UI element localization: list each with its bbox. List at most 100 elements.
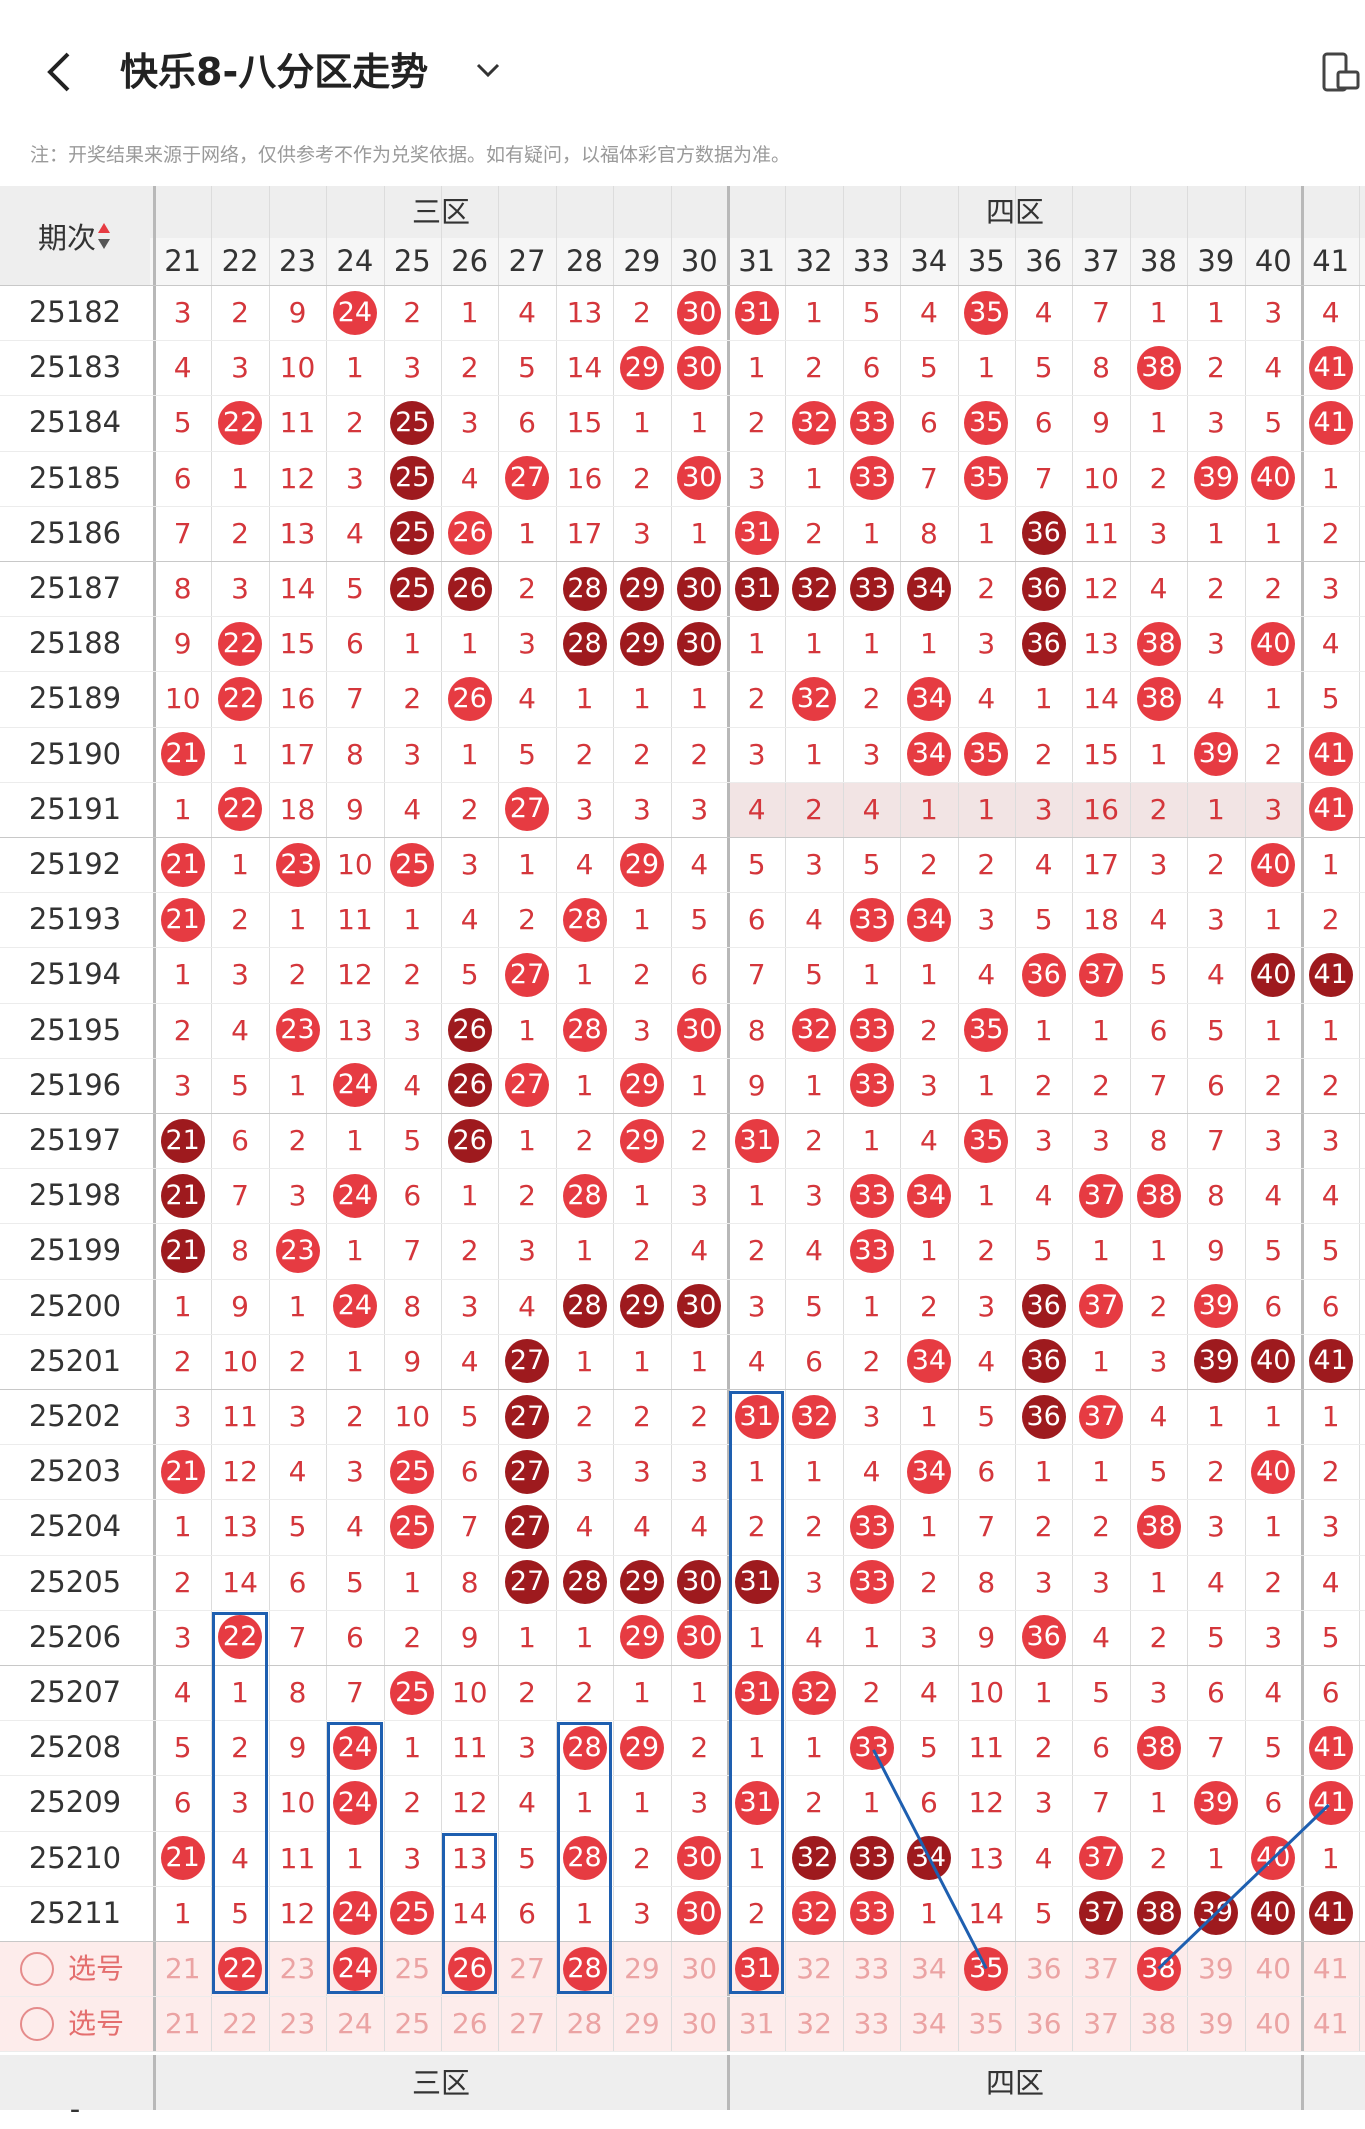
period-cell: 25203: [28, 1454, 122, 1489]
pick-number[interactable]: 36: [1015, 1941, 1072, 1996]
pick-number[interactable]: 26: [441, 1996, 498, 2051]
column-header-25: 25: [393, 244, 431, 278]
miss-count: 1: [805, 296, 823, 329]
pick-number[interactable]: 37: [1072, 1941, 1129, 1996]
number-ball: 38: [1136, 1891, 1181, 1936]
miss-count: 5: [173, 1731, 192, 1765]
pick-number[interactable]: 29: [613, 1996, 670, 2051]
pick-number[interactable]: 30: [671, 1996, 728, 2051]
pick-number[interactable]: 34: [900, 1996, 957, 2051]
number-ball: 22: [218, 677, 263, 721]
miss-count: 2: [288, 1344, 307, 1378]
number-ball: 33: [849, 566, 894, 611]
miss-count: 3: [1206, 627, 1225, 661]
period-header[interactable]: 期次: [0, 186, 150, 285]
miss-count: 5: [1264, 1234, 1283, 1268]
miss-count: 6: [403, 1179, 422, 1213]
number-ball: 28: [562, 897, 607, 942]
pick-number[interactable]: 21: [154, 1941, 211, 1996]
footer-section-label-zone-3: 三区: [411, 2066, 470, 2101]
miss-count: 1: [518, 1013, 536, 1047]
miss-count: 2: [747, 406, 766, 440]
miss-count: 3: [403, 351, 422, 385]
pick-number[interactable]: 32: [785, 1996, 842, 2051]
miss-count: 10: [394, 1400, 431, 1433]
miss-count: 1: [518, 1620, 536, 1654]
pick-number[interactable]: 25: [384, 1941, 441, 1996]
pick-number[interactable]: 25: [384, 1996, 441, 2051]
miss-count: 1: [747, 1179, 766, 1213]
miss-count: 1: [1321, 461, 1340, 495]
pick-number[interactable]: 27: [498, 1996, 555, 2051]
pick-number[interactable]: 23: [269, 1996, 326, 2051]
miss-count: 3: [403, 737, 422, 771]
period-cell: 25198: [28, 1178, 122, 1213]
period-cell: 25205: [28, 1564, 122, 1599]
miss-count: 5: [1149, 958, 1168, 992]
miss-count: 12: [337, 958, 373, 992]
miss-count: 2: [919, 848, 938, 881]
pick-number[interactable]: 28: [556, 1996, 613, 2051]
pick-number[interactable]: 40: [1245, 1941, 1302, 1996]
miss-count: 1: [862, 1289, 881, 1323]
pick-ball-selected[interactable]: 38: [1136, 1946, 1181, 1991]
pick-number[interactable]: 24: [326, 1996, 383, 2051]
number-ball: 38: [1136, 1173, 1181, 1218]
pick-number[interactable]: 39: [1187, 1996, 1244, 2051]
miss-count: 12: [222, 1455, 258, 1489]
pick-number[interactable]: 41: [1302, 1941, 1359, 1996]
miss-count: 6: [460, 1455, 479, 1489]
miss-count: 4: [1206, 682, 1225, 716]
miss-count: 2: [1264, 1068, 1283, 1102]
pick-number[interactable]: 31: [728, 1996, 785, 2051]
miss-count: 4: [1149, 1400, 1168, 1433]
miss-count: 1: [518, 848, 536, 881]
pick-number[interactable]: 22: [211, 1996, 268, 2051]
miss-count: 2: [518, 1179, 536, 1213]
miss-count: 1: [173, 1896, 192, 1930]
miss-count: 3: [460, 406, 479, 440]
pick-number[interactable]: 23: [269, 1941, 326, 1996]
pick-number[interactable]: 32: [785, 1941, 842, 1996]
miss-count: 1: [977, 1179, 996, 1213]
pick-radio-button[interactable]: [20, 2006, 54, 2041]
miss-count: 2: [1149, 1289, 1168, 1323]
pick-radio-button[interactable]: [20, 1951, 54, 1986]
period-cell: 25192: [28, 847, 122, 881]
pick-number[interactable]: 30: [671, 1941, 728, 1996]
pick-number[interactable]: 40: [1245, 1996, 1302, 2051]
pick-number[interactable]: 33: [843, 1941, 900, 1996]
pick-number[interactable]: 38: [1130, 1996, 1187, 2051]
pick-number[interactable]: 29: [613, 1941, 670, 1996]
miss-count: 1: [805, 461, 823, 495]
column-header-37: 37: [1082, 244, 1120, 278]
period-cell: 25204: [28, 1509, 122, 1544]
pick-number[interactable]: 27: [498, 1941, 555, 1996]
miss-count: 1: [632, 682, 651, 716]
miss-count: 2: [1321, 903, 1340, 937]
miss-count: 3: [977, 903, 996, 937]
pick-number[interactable]: 35: [958, 1996, 1015, 2051]
miss-count: 5: [1321, 1234, 1340, 1268]
pick-number[interactable]: 34: [900, 1941, 957, 1996]
number-ball: 22: [218, 621, 263, 666]
sort-arrows-icon[interactable]: [96, 220, 112, 252]
miss-count: 16: [566, 461, 603, 495]
pick-number[interactable]: 37: [1072, 1996, 1129, 2051]
miss-count: 5: [1092, 1676, 1110, 1709]
pick-number[interactable]: 39: [1187, 1941, 1244, 1996]
pick-number[interactable]: 41: [1302, 1996, 1359, 2051]
pick-ball-selected[interactable]: 35: [964, 1946, 1009, 1991]
pick-number[interactable]: 33: [843, 1996, 900, 2051]
column-header-22: 22: [221, 244, 259, 278]
pick-number[interactable]: 36: [1015, 1996, 1072, 2051]
miss-count: 5: [518, 1841, 536, 1875]
miss-count: 6: [919, 406, 938, 440]
miss-count: 1: [862, 516, 881, 550]
miss-count: 1: [1264, 1400, 1283, 1433]
number-ball: 25: [390, 1449, 435, 1494]
miss-count: 4: [460, 903, 479, 937]
pick-number[interactable]: 21: [154, 1996, 211, 2051]
miss-count: 3: [288, 1179, 307, 1213]
number-ball: 33: [849, 1063, 894, 1108]
